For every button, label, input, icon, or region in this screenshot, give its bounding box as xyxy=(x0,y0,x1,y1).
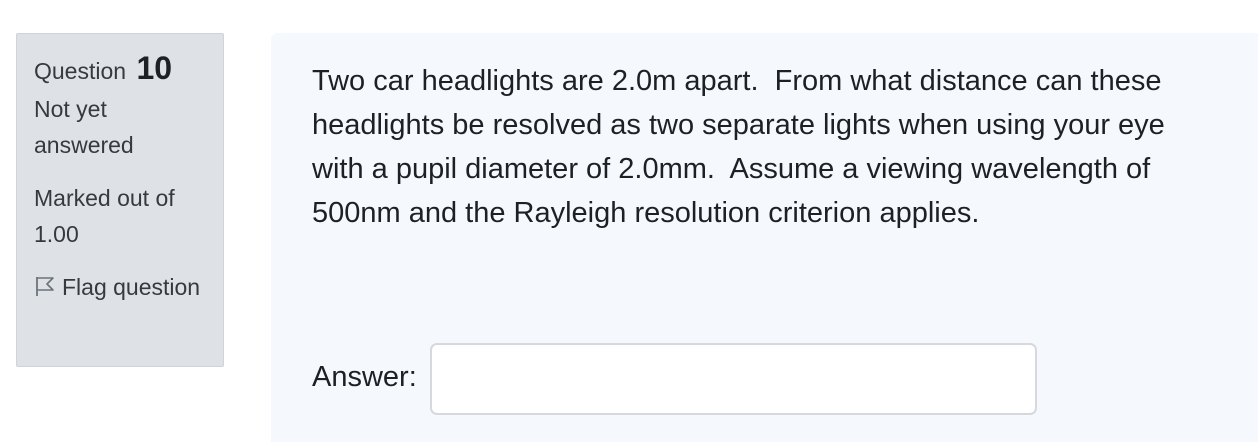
question-state: Not yet answered xyxy=(34,96,134,158)
question-info-panel: Question 10 Not yet answered Marked out … xyxy=(16,33,224,367)
question-content-panel: Two car headlights are 2.0m apart. From … xyxy=(271,33,1258,442)
question-number-heading: Question 10 xyxy=(34,48,206,91)
question-number: 10 xyxy=(136,50,173,86)
question-grade: Marked out of 1.00 xyxy=(34,185,175,247)
flag-question-label: Flag question xyxy=(62,274,201,300)
flag-outline-icon xyxy=(34,271,56,296)
question-word: Question xyxy=(34,58,127,84)
answer-input[interactable] xyxy=(430,343,1037,415)
question-text: Two car headlights are 2.0m apart. From … xyxy=(312,65,1173,229)
answer-label: Answer: xyxy=(312,361,417,393)
flag-question-toggle[interactable]: Flag question xyxy=(34,269,206,305)
